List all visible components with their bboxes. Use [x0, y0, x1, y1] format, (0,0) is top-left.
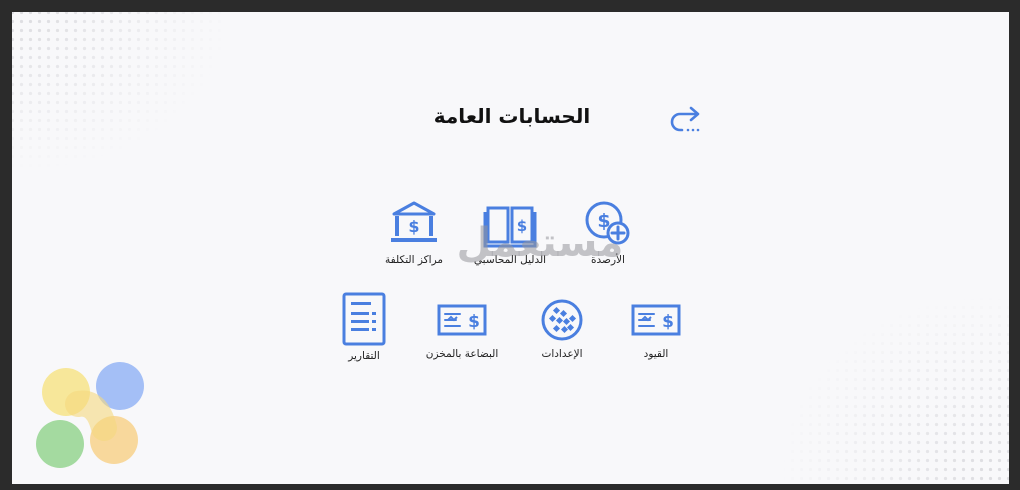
report-document-icon [342, 292, 386, 346]
bank-icon: $ [391, 201, 437, 242]
coin-plus-icon: $ [585, 201, 630, 245]
tile-reports-label: التقارير [348, 350, 380, 362]
back-button[interactable] [666, 104, 708, 138]
main-panel: الحسابات العامة $ الأرصدة $ الدليل المحا… [12, 12, 1009, 484]
return-arrow-icon [670, 106, 700, 132]
svg-text:$: $ [662, 312, 674, 332]
svg-text:$: $ [408, 217, 419, 236]
tile-reports[interactable]: التقارير [304, 292, 424, 362]
svg-text:$: $ [468, 312, 480, 332]
check-dollar-icon: $ [437, 304, 487, 336]
brand-logo [36, 362, 144, 468]
decorative-dots-top-left [12, 12, 232, 172]
tile-cost-centers[interactable]: $ مراكز التكلفة [354, 198, 474, 266]
svg-text:$: $ [517, 217, 527, 235]
tile-cost-centers-label: مراكز التكلفة [385, 254, 443, 266]
webmoney-icon [541, 299, 583, 341]
decorative-dots-bottom-right [779, 294, 1009, 484]
check-dollar-icon: $ [631, 304, 681, 336]
page-title: الحسابات العامة [433, 104, 591, 128]
book-dollar-icon: $ [483, 206, 537, 248]
